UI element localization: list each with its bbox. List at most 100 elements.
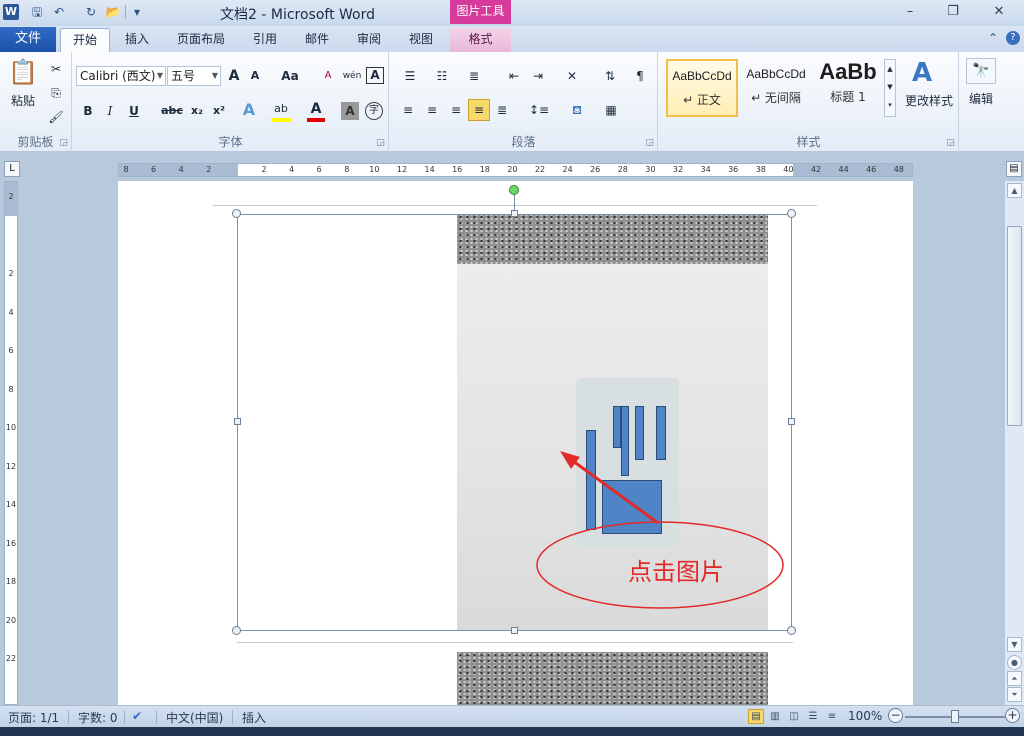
next-page-icon[interactable]: ⏷: [1007, 687, 1022, 702]
align-right-icon[interactable]: ≡: [446, 101, 466, 119]
zoom-slider-knob[interactable]: [951, 710, 959, 723]
web-layout-icon[interactable]: ◫: [786, 709, 802, 724]
scroll-down-icon[interactable]: ▼: [1007, 637, 1022, 652]
language-indicator[interactable]: 中文(中国): [166, 709, 223, 726]
increase-indent-icon[interactable]: ⇥: [528, 67, 548, 85]
font-name-combo[interactable]: Calibri (西文) ▼: [76, 66, 166, 86]
underline-button[interactable]: U: [125, 102, 143, 120]
borders-icon[interactable]: ▦: [600, 101, 622, 119]
resize-handle-ne[interactable]: [787, 209, 796, 218]
browse-object-icon[interactable]: ●: [1007, 655, 1022, 670]
chinese-layout-icon[interactable]: ✕: [560, 67, 584, 85]
resize-handle-e[interactable]: [788, 418, 795, 425]
previous-page-icon[interactable]: ⏶: [1007, 671, 1022, 686]
tab-selector[interactable]: L: [4, 161, 20, 177]
cut-icon[interactable]: ✂: [46, 60, 66, 78]
strikethrough-button[interactable]: abc: [159, 102, 185, 120]
find-binoculars-icon[interactable]: 🔭: [966, 58, 996, 84]
phonetic-guide-icon[interactable]: wén: [341, 67, 363, 85]
editing-button[interactable]: 编辑: [962, 90, 1000, 108]
resize-handle-n[interactable]: [511, 210, 518, 217]
scroll-thumb[interactable]: [1007, 226, 1022, 426]
style-no-spacing[interactable]: AaBbCcDd ↵ 无间隔: [741, 59, 811, 117]
decrease-indent-icon[interactable]: ⇤: [504, 67, 524, 85]
horizontal-ruler[interactable]: 8 6 4 2 2 4 6 8 10 12 14 16 18 20 22 24 26 28 30 32 34 36 38 40…: [118, 163, 913, 177]
paragraph-launcher-icon[interactable]: ◲: [645, 138, 654, 148]
style-heading-1[interactable]: AaBb 标题 1: [815, 59, 881, 117]
tab-page-layout[interactable]: 页面布局: [168, 28, 234, 52]
tab-review[interactable]: 审阅: [346, 28, 392, 52]
draft-view-icon[interactable]: ≡: [824, 709, 840, 724]
font-launcher-icon[interactable]: ◲: [376, 138, 385, 148]
undo-icon[interactable]: ↶: [50, 3, 68, 21]
vertical-ruler[interactable]: 2 2 4 6 8 10 12 14 16 18 20 22: [4, 181, 18, 705]
zoom-in-button[interactable]: +: [1005, 708, 1020, 723]
help-icon[interactable]: ?: [1006, 31, 1020, 45]
proofing-icon[interactable]: ✔: [132, 709, 142, 723]
character-border-icon[interactable]: A: [366, 67, 384, 84]
vertical-scrollbar[interactable]: ▲ ▼ ● ⏶ ⏷: [1005, 181, 1024, 705]
multilevel-list-icon[interactable]: ≣: [462, 67, 486, 85]
print-layout-view-icon[interactable]: ▤: [748, 709, 764, 724]
align-center-icon[interactable]: ≡: [422, 101, 442, 119]
paragraph-shading-icon[interactable]: ⛾: [566, 101, 588, 119]
style-normal[interactable]: AaBbCcDd ↵ 正文: [666, 59, 738, 117]
tab-references[interactable]: 引用: [242, 28, 288, 52]
line-spacing-icon[interactable]: ↕≡: [526, 101, 552, 119]
italic-button[interactable]: I: [101, 102, 119, 120]
styles-launcher-icon[interactable]: ◲: [946, 138, 955, 148]
enclose-character-icon[interactable]: 字: [365, 102, 383, 120]
character-shading-icon[interactable]: A: [341, 102, 359, 120]
shrink-font-icon[interactable]: A: [246, 67, 264, 85]
format-painter-icon[interactable]: 🖌: [46, 108, 66, 126]
close-button[interactable]: ✕: [986, 3, 1012, 21]
customize-quick-access-icon[interactable]: ▾: [128, 3, 146, 21]
tab-view[interactable]: 视图: [398, 28, 444, 52]
paste-icon[interactable]: 📋: [6, 56, 40, 88]
sort-icon[interactable]: ⇅: [600, 67, 620, 85]
grow-font-icon[interactable]: A: [225, 67, 243, 85]
resize-handle-nw[interactable]: [232, 209, 241, 218]
zoom-level[interactable]: 100%: [848, 709, 882, 723]
subscript-button[interactable]: x₂: [187, 102, 207, 120]
full-screen-reading-icon[interactable]: ▥: [767, 709, 783, 724]
clear-formatting-icon[interactable]: A: [318, 67, 338, 85]
tab-format[interactable]: 格式: [450, 28, 511, 52]
bullets-icon[interactable]: ☰: [398, 67, 422, 85]
tab-insert[interactable]: 插入: [114, 28, 160, 52]
save-icon[interactable]: 🖫: [28, 3, 46, 21]
tab-home[interactable]: 开始: [60, 28, 110, 52]
word-count[interactable]: 字数: 0: [78, 709, 118, 726]
superscript-button[interactable]: x²: [209, 102, 229, 120]
open-folder-icon[interactable]: 📂: [104, 3, 122, 21]
bold-button[interactable]: B: [79, 102, 97, 120]
styles-gallery-scroll[interactable]: ▲ ▼ ▾: [884, 59, 896, 117]
resize-handle-sw[interactable]: [232, 626, 241, 635]
zoom-out-button[interactable]: −: [888, 708, 903, 723]
outline-view-icon[interactable]: ☰: [805, 709, 821, 724]
minimize-button[interactable]: –: [897, 3, 923, 21]
font-size-combo[interactable]: 五号 ▼: [167, 66, 221, 86]
collapse-ribbon-icon[interactable]: ⌃: [988, 31, 998, 45]
change-styles-icon[interactable]: A: [907, 58, 937, 88]
view-ruler-icon[interactable]: ▤: [1006, 161, 1022, 177]
text-effects-icon[interactable]: A: [239, 101, 259, 119]
clipboard-launcher-icon[interactable]: ◲: [59, 138, 68, 148]
font-color-icon[interactable]: A: [307, 100, 325, 122]
justify-icon[interactable]: ≡: [468, 99, 490, 121]
align-left-icon[interactable]: ≡: [398, 101, 418, 119]
restore-button[interactable]: ❐: [940, 3, 966, 21]
distributed-icon[interactable]: ≣: [492, 101, 512, 119]
page-count[interactable]: 页面: 1/1: [8, 709, 59, 726]
change-styles-button[interactable]: 更改样式: [901, 92, 957, 110]
show-marks-icon[interactable]: ¶: [630, 67, 650, 85]
change-case-icon[interactable]: Aa: [277, 67, 303, 85]
numbering-icon[interactable]: ☷: [430, 67, 454, 85]
insert-mode[interactable]: 插入: [242, 709, 266, 726]
resize-handle-w[interactable]: [234, 418, 241, 425]
copy-icon[interactable]: ⎘: [46, 84, 66, 102]
resize-handle-se[interactable]: [787, 626, 796, 635]
paste-button[interactable]: 粘贴: [4, 92, 42, 110]
scroll-up-icon[interactable]: ▲: [1007, 183, 1022, 198]
resize-handle-s[interactable]: [511, 627, 518, 634]
